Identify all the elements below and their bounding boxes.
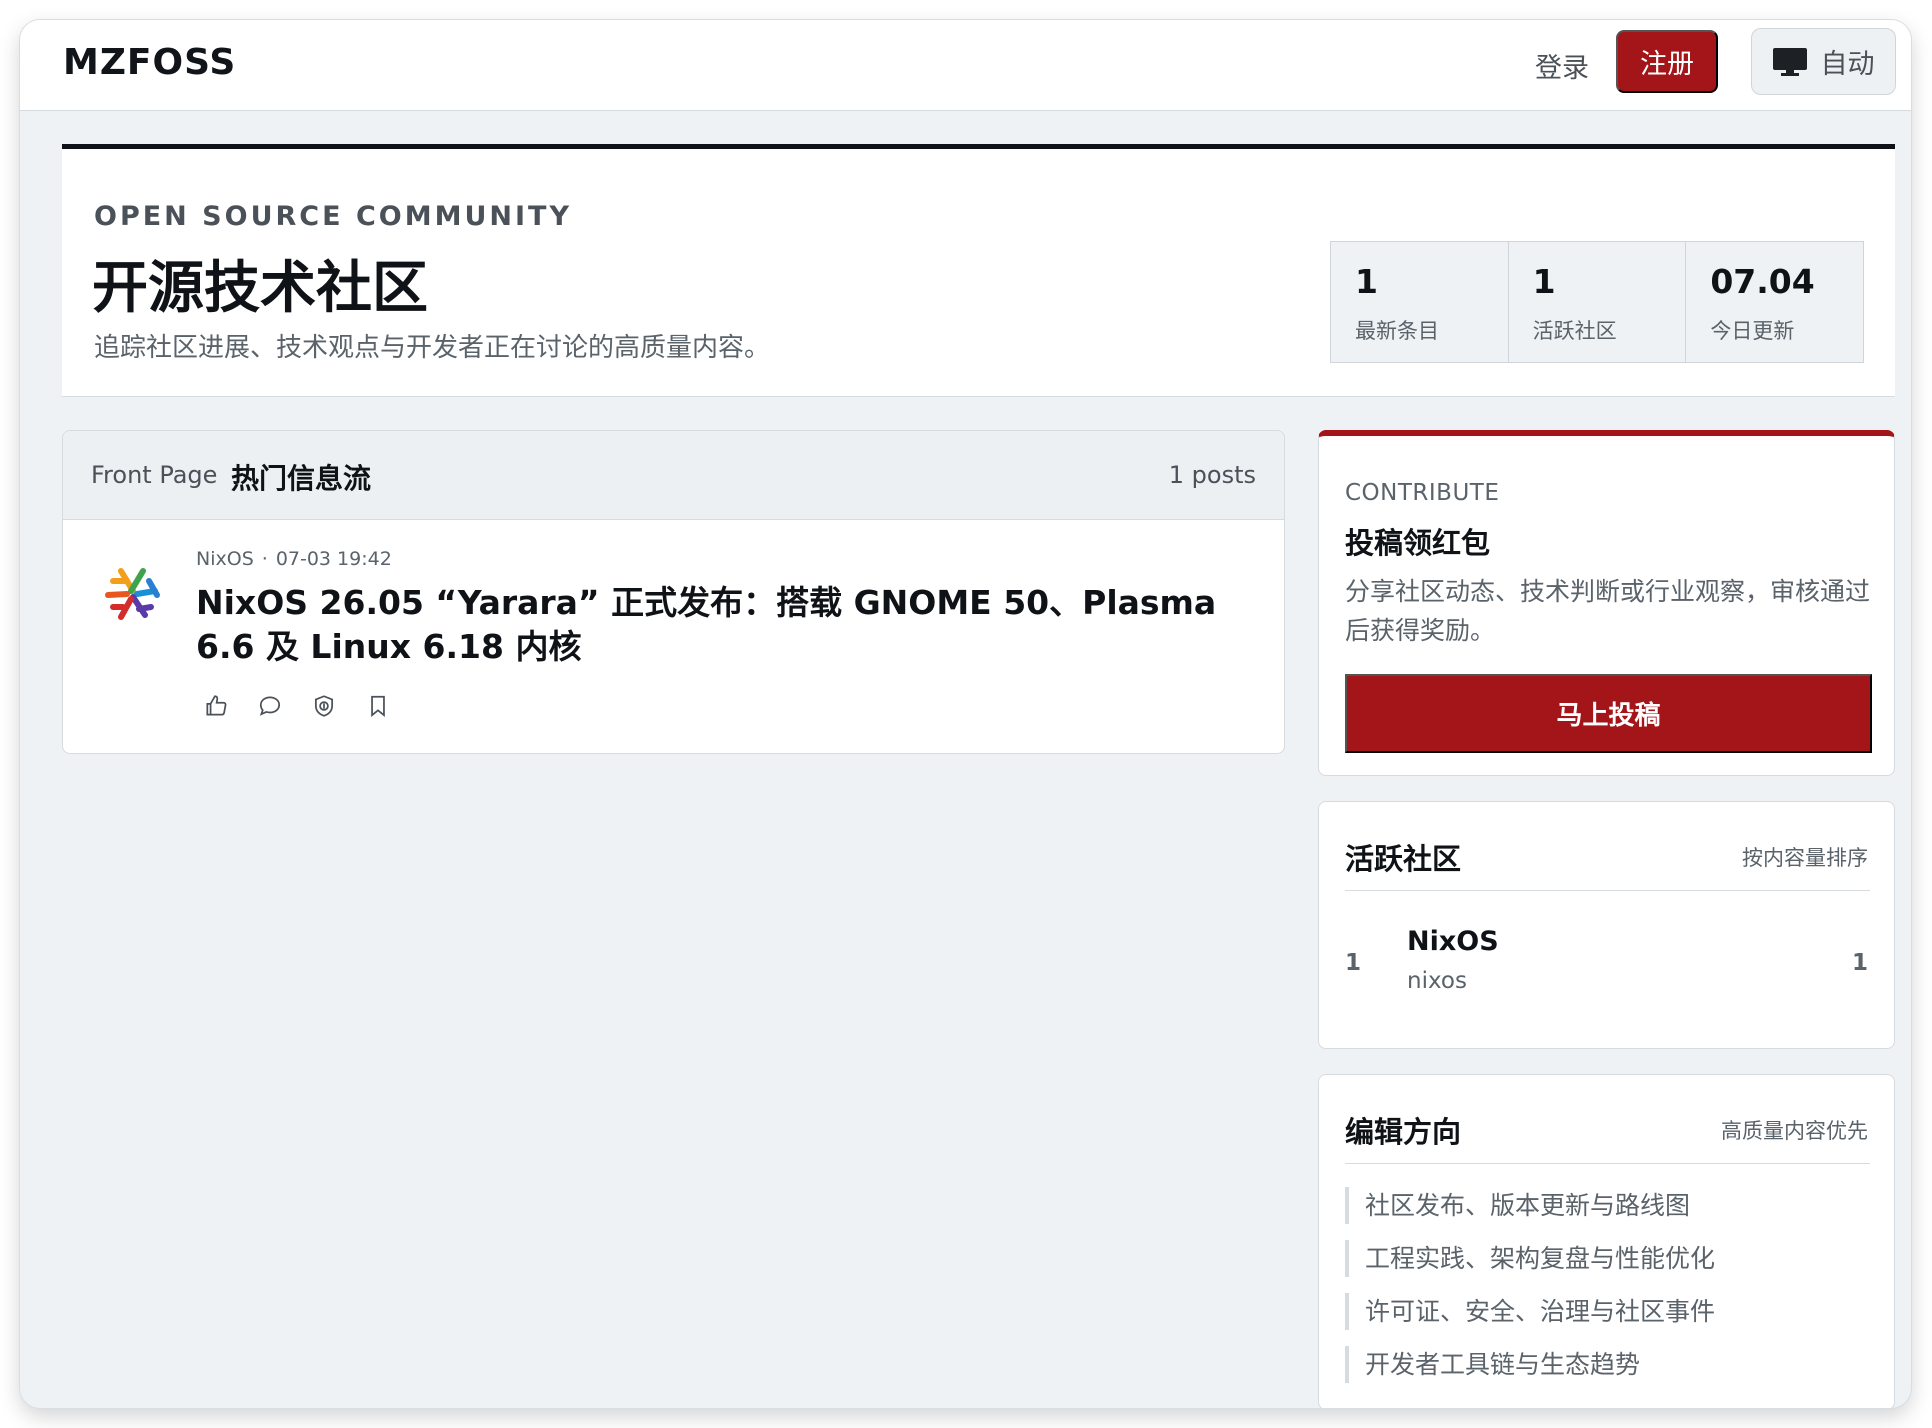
feed-kicker: Front Page — [91, 461, 218, 489]
post-time: 07-03 19:42 — [275, 548, 392, 570]
community-slug: nixos — [1407, 968, 1467, 994]
editorial-hint: 高质量内容优先 — [1721, 1119, 1868, 1143]
hero-kicker: OPEN SOURCE COMMUNITY — [94, 201, 572, 232]
top-navbar: MZFOSS 登录 注册 自动 — [20, 20, 1911, 111]
contribute-card: CONTRIBUTE 投稿领红包 分享社区动态、技术判断或行业观察，审核通过后获… — [1318, 430, 1895, 776]
app-window: MZFOSS 登录 注册 自动 OPEN SOURCE COMMUNITY 开源… — [20, 20, 1911, 1408]
editorial-direction-card: 编辑方向 高质量内容优先 社区发布、版本更新与路线图 工程实践、架构复盘与性能优… — [1318, 1074, 1895, 1408]
page-title: 开源技术社区 — [92, 256, 428, 321]
stat-value: 1 — [1532, 262, 1556, 301]
list-item: 社区发布、版本更新与路线图 — [1345, 1187, 1870, 1224]
stat-label: 今日更新 — [1710, 319, 1795, 343]
community-name[interactable]: NixOS — [1407, 926, 1499, 957]
login-link[interactable]: 登录 — [1535, 46, 1589, 85]
theme-toggle[interactable]: 自动 — [1751, 28, 1896, 95]
active-communities-sort-hint: 按内容量排序 — [1742, 846, 1868, 870]
feed-title: 热门信息流 — [231, 462, 372, 495]
contribute-title: 投稿领红包 — [1345, 526, 1491, 560]
signup-button[interactable]: 注册 — [1616, 30, 1718, 93]
hero-subtitle: 追踪社区进展、技术观点与开发者正在讨论的高质量内容。 — [94, 333, 771, 363]
list-item: 工程实践、架构复盘与性能优化 — [1345, 1240, 1870, 1277]
list-item: 许可证、安全、治理与社区事件 — [1345, 1293, 1870, 1330]
community-rank: 1 — [1345, 950, 1362, 976]
post-count: 1 posts — [1168, 461, 1256, 489]
contribute-kicker: CONTRIBUTE — [1345, 480, 1500, 506]
stat-active: 1 活跃社区 — [1509, 242, 1687, 362]
hero-banner: OPEN SOURCE COMMUNITY 开源技术社区 追踪社区进展、技术观点… — [62, 144, 1895, 397]
post-actions — [203, 693, 391, 719]
divider — [1345, 890, 1870, 891]
post-title[interactable]: NixOS 26.05 “Yarara” 正式发布：搭载 GNOME 50、Pl… — [196, 581, 1236, 669]
nixos-logo-icon[interactable] — [99, 561, 165, 627]
active-communities-card: 活跃社区 按内容量排序 1 NixOS nixos 1 — [1318, 801, 1895, 1049]
theme-label: 自动 — [1820, 49, 1875, 80]
stats-panel: 1 最新条目 1 活跃社区 07.04 今日更新 — [1330, 241, 1864, 363]
stat-label: 最新条目 — [1355, 319, 1439, 343]
editorial-list: 社区发布、版本更新与路线图 工程实践、架构复盘与性能优化 许可证、安全、治理与社… — [1345, 1187, 1870, 1399]
divider — [1345, 1163, 1870, 1164]
stat-value: 1 — [1355, 262, 1378, 301]
post-meta: NixOS · 07-03 19:42 — [196, 548, 392, 570]
stat-latest: 1 最新条目 — [1331, 242, 1509, 362]
feed-header: Front Page 热门信息流 1 posts — [63, 431, 1284, 520]
meta-separator: · — [261, 548, 268, 570]
editorial-title: 编辑方向 — [1345, 1115, 1462, 1149]
comment-icon[interactable] — [257, 693, 283, 719]
stat-value: 07.04 — [1710, 262, 1815, 301]
stat-updated: 07.04 今日更新 — [1686, 242, 1863, 362]
contribute-description: 分享社区动态、技术判断或行业观察，审核通过后获得奖励。 — [1345, 577, 1871, 645]
thumbs-up-icon[interactable] — [203, 693, 229, 719]
bookmark-icon[interactable] — [365, 693, 391, 719]
front-page-feed: Front Page 热门信息流 1 posts NixOS · 07-03 1… — [62, 430, 1285, 754]
site-logo[interactable]: MZFOSS — [63, 42, 236, 83]
shield-coin-icon[interactable] — [311, 693, 337, 719]
post-community[interactable]: NixOS — [196, 548, 254, 570]
submit-post-button[interactable]: 马上投稿 — [1345, 674, 1872, 753]
community-post-count: 1 — [1851, 950, 1868, 976]
monitor-icon — [1772, 47, 1807, 76]
list-item: 开发者工具链与生态趋势 — [1345, 1346, 1870, 1383]
active-communities-title: 活跃社区 — [1345, 842, 1462, 876]
stat-label: 活跃社区 — [1532, 319, 1617, 343]
